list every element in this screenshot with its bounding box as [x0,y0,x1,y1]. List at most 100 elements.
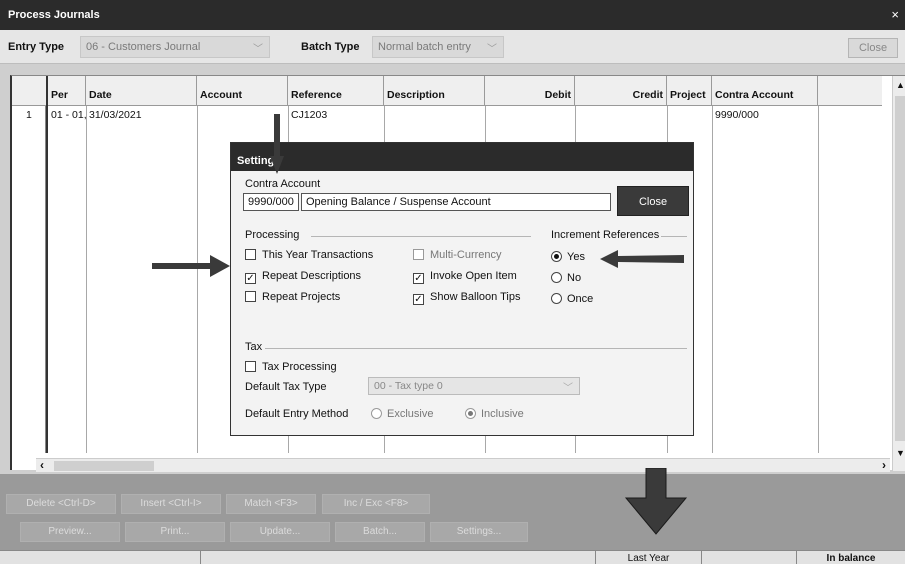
chevron-left-icon[interactable]: ‹ [40,458,44,472]
horizontal-scrollbar[interactable]: ‹ › [36,458,890,472]
close-button[interactable]: Close [848,38,898,58]
cell-reference[interactable]: CJ1203 [291,109,327,121]
inclusive-radio[interactable]: Inclusive [465,408,524,420]
tax-processing-checkbox[interactable]: Tax Processing [245,361,337,373]
contra-account-code-field[interactable]: 9990/000 [243,193,299,211]
close-icon[interactable]: × [891,7,899,22]
radio-dot [551,293,562,304]
col-reference[interactable]: Reference [288,76,384,106]
cell-per[interactable]: 01 - 01, [51,109,87,121]
show-balloon-tips-checkbox[interactable]: ✓ Show Balloon Tips [413,291,521,305]
contra-account-label: Contra Account [245,178,321,190]
chevron-down-icon[interactable]: ▼ [896,448,905,458]
window-titlebar: Process Journals × [0,0,905,30]
checkbox-label: Show Balloon Tips [430,291,521,303]
checkbox-label: Repeat Descriptions [262,270,362,282]
radio-dot [551,251,562,262]
status-seg-2 [200,551,595,564]
chevron-down-icon: ﹀ [487,44,497,55]
settings-dialog-title: Setting [231,143,693,171]
settings-dialog: Setting Contra Account 9990/000 Opening … [230,142,694,436]
batch-button[interactable]: Batch... [335,522,425,542]
vertical-scrollbar[interactable]: ▲ ▼ [892,76,905,471]
col-credit[interactable]: Credit [575,76,667,106]
processing-section-label: Processing [245,229,300,241]
scroll-thumb[interactable] [54,461,154,471]
preview-button[interactable]: Preview... [20,522,120,542]
scroll-thumb[interactable] [895,96,905,441]
radio-dot [371,408,382,419]
invoke-open-item-checkbox[interactable]: ✓ Invoke Open Item [413,270,517,284]
increment-no-radio[interactable]: No [551,272,581,284]
col-contra-account[interactable]: Contra Account [712,76,818,106]
repeat-projects-checkbox[interactable]: Repeat Projects [245,291,340,303]
entry-type-select[interactable]: 06 - Customers Journal ﹀ [80,36,270,58]
col-account[interactable]: Account [197,76,288,106]
checkbox-label: Invoke Open Item [430,270,517,282]
default-entry-method-label: Default Entry Method [245,408,349,420]
col-debit[interactable]: Debit [485,76,575,106]
action-area: Delete <Ctrl-D> Insert <Ctrl-I> Match <F… [0,468,905,550]
radio-dot [551,272,562,283]
default-tax-type-select[interactable]: 00 - Tax type 0 ﹀ [368,377,580,395]
col-blank [818,76,882,106]
chevron-up-icon[interactable]: ▲ [896,80,905,90]
checkbox-label: Multi-Currency [430,249,502,261]
increment-references-label: Increment References [551,229,660,241]
status-last-year: Last Year [595,551,701,564]
down-arrow-annotation-icon [270,114,284,174]
radio-label: Inclusive [481,408,524,420]
grid-divider [86,106,87,453]
col-rownum [12,76,48,106]
section-divider [265,348,687,349]
checkbox-label: Repeat Projects [262,291,341,303]
grid-divider [197,106,198,453]
inc-exc-button[interactable]: Inc / Exc <F8> [322,494,430,514]
this-year-transactions-checkbox[interactable]: This Year Transactions [245,249,373,261]
radio-label: Yes [567,251,585,263]
window-title: Process Journals [8,9,100,21]
chevron-down-icon: ﹀ [563,383,573,394]
checkbox-box [245,249,256,260]
checkbox-box: ✓ [413,273,424,284]
col-project[interactable]: Project [667,76,712,106]
status-bar: Last Year In balance [0,550,905,564]
batch-type-select[interactable]: Normal batch entry ﹀ [372,36,504,58]
contra-account-desc-field[interactable]: Opening Balance / Suspense Account [301,193,611,211]
exclusive-radio[interactable]: Exclusive [371,408,433,420]
repeat-descriptions-checkbox[interactable]: ✓ Repeat Descriptions [245,270,361,284]
col-date[interactable]: Date [86,76,197,106]
delete-button[interactable]: Delete <Ctrl-D> [6,494,116,514]
settings-button[interactable]: Settings... [430,522,528,542]
increment-yes-radio[interactable]: Yes [551,251,585,263]
checkbox-box: ✓ [413,294,424,305]
default-tax-type-label: Default Tax Type [245,381,327,393]
dialog-close-button[interactable]: Close [617,186,689,216]
checkbox-box [245,361,256,372]
col-description[interactable]: Description [384,76,485,106]
match-button[interactable]: Match <F3> [226,494,316,514]
checkbox-box: ✓ [245,273,256,284]
increment-once-radio[interactable]: Once [551,293,593,305]
down-arrow-annotation-icon [624,468,688,535]
chevron-down-icon: ﹀ [253,44,263,55]
entry-type-label: Entry Type [8,41,65,53]
chevron-right-icon[interactable]: › [882,458,886,472]
radio-dot [465,408,476,419]
grid-divider [712,106,713,453]
status-seg-1 [6,551,201,564]
left-arrow-annotation-icon [600,250,684,268]
multi-currency-checkbox[interactable]: Multi-Currency [413,249,502,261]
cell-contra-account[interactable]: 9990/000 [715,109,759,121]
section-divider [661,236,687,237]
update-button[interactable]: Update... [230,522,330,542]
tax-section-label: Tax [245,341,263,353]
status-balance: In balance [796,551,905,564]
filter-bar: Entry Type 06 - Customers Journal ﹀ Batc… [0,30,905,64]
col-per[interactable]: Per [48,76,86,106]
cell-date[interactable]: 31/03/2021 [89,109,142,121]
section-divider [311,236,531,237]
insert-button[interactable]: Insert <Ctrl-I> [121,494,221,514]
batch-type-value: Normal batch entry [378,41,471,53]
print-button[interactable]: Print... [125,522,225,542]
